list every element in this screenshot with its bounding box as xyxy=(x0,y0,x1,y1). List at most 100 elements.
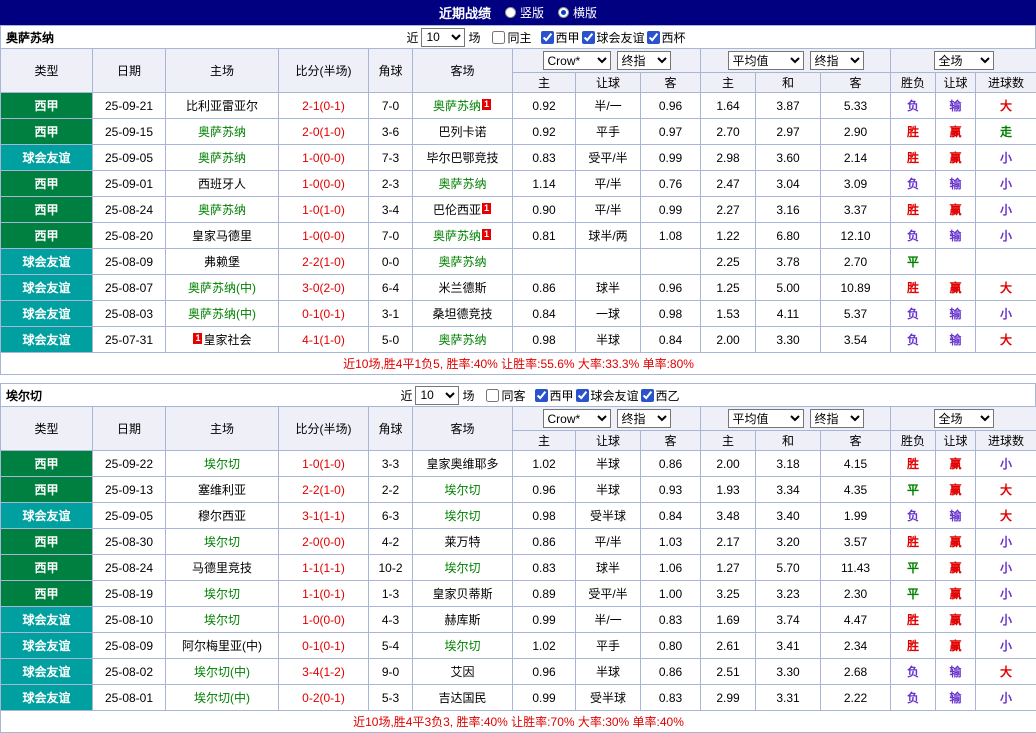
avg-stage-select[interactable]: 终指 xyxy=(810,51,864,70)
filters: 近10场同主西甲球会友谊西杯 xyxy=(54,28,1035,47)
col-type-header: 类型 xyxy=(1,407,93,451)
league-option-2[interactable]: 西杯 xyxy=(647,29,686,46)
avg-value-2: 2.70 xyxy=(821,249,891,275)
avg-value-2: 3.37 xyxy=(821,197,891,223)
odds-company-select[interactable]: Crow* xyxy=(543,409,611,428)
home-team-name: 奥萨苏纳 xyxy=(198,151,246,165)
match-date: 25-08-10 xyxy=(93,607,166,633)
home-team: 1皇家社会 xyxy=(166,327,279,353)
home-team-name: 西班牙人 xyxy=(198,177,246,191)
league-checkbox-1[interactable] xyxy=(576,389,589,402)
odds-value-2: 0.83 xyxy=(641,685,701,711)
col-home-header: 主场 xyxy=(166,49,279,93)
odds-company-select[interactable]: Crow* xyxy=(543,51,611,70)
avg-value-2: 4.35 xyxy=(821,477,891,503)
odds-value-0: 0.86 xyxy=(513,529,576,555)
result-outcome: 平 xyxy=(891,249,936,275)
layout-radio-horizontal[interactable]: 横版 xyxy=(558,4,597,21)
away-team-name: 埃尔切 xyxy=(444,639,480,653)
odds-stage-select[interactable]: 终指 xyxy=(617,51,671,70)
corner-score: 1-3 xyxy=(369,581,413,607)
away-team-name: 莱万特 xyxy=(444,535,480,549)
league-checkbox-2[interactable] xyxy=(641,389,654,402)
recent-count-select[interactable]: 10 xyxy=(415,386,459,405)
away-team-name: 吉达国民 xyxy=(438,691,486,705)
odds-value-1: 受平/半 xyxy=(576,581,641,607)
result-goals: 小 xyxy=(976,633,1036,659)
result-goals: 走 xyxy=(976,119,1036,145)
same-venue-checkbox[interactable] xyxy=(492,31,505,44)
result-outcome: 负 xyxy=(891,171,936,197)
corner-score: 4-2 xyxy=(369,529,413,555)
home-team: 奥萨苏纳 xyxy=(166,119,279,145)
league-type-badge: 西甲 xyxy=(1,581,93,607)
odds-value-2 xyxy=(641,249,701,275)
result-handicap: 赢 xyxy=(936,555,976,581)
odds-select-group: Crow* 终指 xyxy=(513,49,701,73)
result-handicap: 输 xyxy=(936,301,976,327)
odds-value-0: 0.98 xyxy=(513,503,576,529)
odds-value-0: 1.02 xyxy=(513,633,576,659)
avg-value-1: 6.80 xyxy=(756,223,821,249)
avg-source-select[interactable]: 平均值 xyxy=(728,409,804,428)
result-goals: 小 xyxy=(976,145,1036,171)
result-goals: 大 xyxy=(976,275,1036,301)
near-label: 近 xyxy=(406,29,418,46)
sub-header-2: 客 xyxy=(641,73,701,93)
result-goals: 小 xyxy=(976,223,1036,249)
league-checkbox-2[interactable] xyxy=(647,31,660,44)
result-goals: 大 xyxy=(976,503,1036,529)
home-team: 阿尔梅里亚(中) xyxy=(166,633,279,659)
same-venue-option[interactable]: 同客 xyxy=(486,387,525,404)
match-row: 西甲25-08-20皇家马德里1-0(0-0)7-0奥萨苏纳10.81球半/两1… xyxy=(1,223,1036,249)
away-team-name: 桑坦德竞技 xyxy=(432,307,492,321)
league-option-1[interactable]: 球会友谊 xyxy=(576,387,639,404)
match-score: 2-0(1-0) xyxy=(279,119,369,145)
scope-select[interactable]: 全场 xyxy=(934,51,994,70)
layout-radio-vertical[interactable]: 竖版 xyxy=(505,4,544,21)
corner-score: 3-4 xyxy=(369,197,413,223)
red-card-badge: 1 xyxy=(482,203,491,214)
league-option-0[interactable]: 西甲 xyxy=(541,29,580,46)
same-venue-option[interactable]: 同主 xyxy=(492,29,531,46)
league-option-1[interactable]: 球会友谊 xyxy=(582,29,645,46)
col-score-header: 比分(半场) xyxy=(279,407,369,451)
result-handicap: 赢 xyxy=(936,581,976,607)
avg-source-select[interactable]: 平均值 xyxy=(728,51,804,70)
corner-score: 4-3 xyxy=(369,607,413,633)
scope-select[interactable]: 全场 xyxy=(934,409,994,428)
avg-value-1: 3.30 xyxy=(756,327,821,353)
col-corner-header: 角球 xyxy=(369,407,413,451)
match-date: 25-09-13 xyxy=(93,477,166,503)
result-outcome: 负 xyxy=(891,93,936,119)
away-team: 埃尔切 xyxy=(413,555,513,581)
match-score: 1-0(1-0) xyxy=(279,197,369,223)
away-team: 埃尔切 xyxy=(413,477,513,503)
odds-value-0: 0.98 xyxy=(513,327,576,353)
away-team-name: 米兰德斯 xyxy=(438,281,486,295)
odds-stage-select[interactable]: 终指 xyxy=(617,409,671,428)
odds-value-2: 0.99 xyxy=(641,197,701,223)
home-team-name: 埃尔切 xyxy=(204,535,240,549)
home-team: 塞维利亚 xyxy=(166,477,279,503)
avg-value-1: 5.00 xyxy=(756,275,821,301)
league-option-0[interactable]: 西甲 xyxy=(535,387,574,404)
league-checkbox-0[interactable] xyxy=(535,389,548,402)
league-type-badge: 球会友谊 xyxy=(1,633,93,659)
odds-value-0: 1.14 xyxy=(513,171,576,197)
odds-value-0: 0.96 xyxy=(513,477,576,503)
result-outcome: 负 xyxy=(891,503,936,529)
same-venue-checkbox[interactable] xyxy=(486,389,499,402)
league-checkbox-0[interactable] xyxy=(541,31,554,44)
league-checkbox-1[interactable] xyxy=(582,31,595,44)
avg-value-0: 2.47 xyxy=(701,171,756,197)
match-score: 1-0(0-0) xyxy=(279,607,369,633)
league-option-2[interactable]: 西乙 xyxy=(641,387,680,404)
recent-count-select[interactable]: 10 xyxy=(421,28,465,47)
league-type-badge: 西甲 xyxy=(1,223,93,249)
avg-stage-select[interactable]: 终指 xyxy=(810,409,864,428)
avg-value-0: 2.00 xyxy=(701,451,756,477)
league-type-badge: 球会友谊 xyxy=(1,327,93,353)
away-team: 毕尔巴鄂竞技 xyxy=(413,145,513,171)
match-score: 3-1(1-1) xyxy=(279,503,369,529)
